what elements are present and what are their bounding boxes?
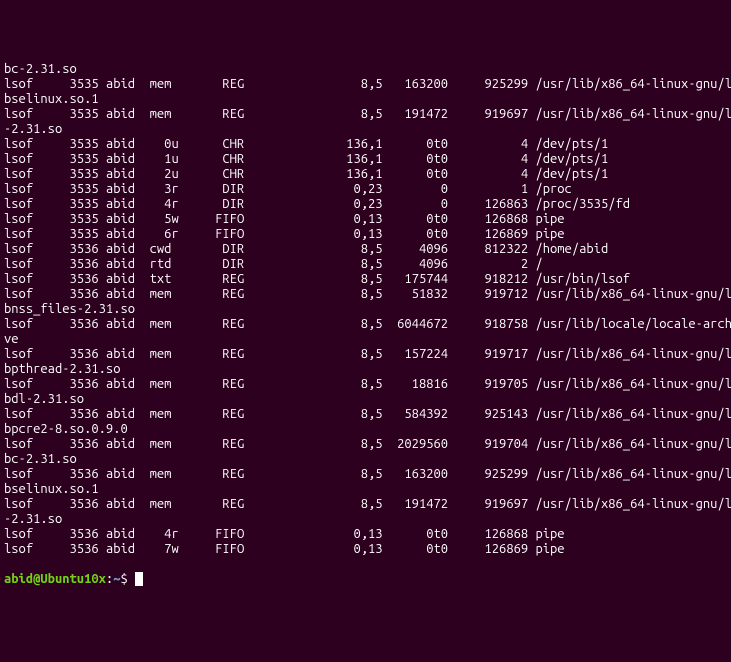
terminal-line: lsof 3536 abid mem REG 8,5 191472 919697…	[4, 497, 727, 512]
terminal-line: bc-2.31.so	[4, 452, 727, 467]
prompt-path: ~	[113, 572, 120, 586]
terminal-line: lsof 3536 abid mem REG 8,5 163200 925299…	[4, 467, 727, 482]
terminal-line: lsof 3535 abid 2u CHR 136,1 0t0 4 /dev/p…	[4, 167, 727, 182]
terminal-line: bdl-2.31.so	[4, 392, 727, 407]
terminal-line: ve	[4, 332, 727, 347]
terminal-line: lsof 3535 abid 4r DIR 0,23 0 126863 /pro…	[4, 197, 727, 212]
cursor-icon	[135, 572, 143, 586]
terminal-line: lsof 3535 abid 0u CHR 136,1 0t0 4 /dev/p…	[4, 137, 727, 152]
terminal-output[interactable]: bc-2.31.solsof 3535 abid mem REG 8,5 163…	[4, 62, 727, 557]
terminal-line: lsof 3536 abid mem REG 8,5 51832 919712 …	[4, 287, 727, 302]
terminal-line: bnss_files-2.31.so	[4, 302, 727, 317]
terminal-line: lsof 3535 abid 5w FIFO 0,13 0t0 126868 p…	[4, 212, 727, 227]
prompt-user-host: abid@Ubuntu10x	[4, 572, 106, 586]
terminal-line: bpcre2-8.so.0.9.0	[4, 422, 727, 437]
terminal-line: lsof 3536 abid mem REG 8,5 2029560 91970…	[4, 437, 727, 452]
prompt-colon: :	[106, 572, 113, 586]
terminal-line: lsof 3536 abid cwd DIR 8,5 4096 812322 /…	[4, 242, 727, 257]
terminal-line: lsof 3535 abid mem REG 8,5 163200 925299…	[4, 77, 727, 92]
terminal-line: lsof 3535 abid 6r FIFO 0,13 0t0 126869 p…	[4, 227, 727, 242]
terminal-line: bpthread-2.31.so	[4, 362, 727, 377]
terminal-line: -2.31.so	[4, 122, 727, 137]
terminal-line: bselinux.so.1	[4, 482, 727, 497]
prompt-dollar: $	[120, 572, 127, 586]
terminal-line: lsof 3536 abid 7w FIFO 0,13 0t0 126869 p…	[4, 542, 727, 557]
terminal-line: lsof 3536 abid rtd DIR 8,5 4096 2 /	[4, 257, 727, 272]
terminal-line: lsof 3536 abid txt REG 8,5 175744 918212…	[4, 272, 727, 287]
terminal-line: lsof 3536 abid mem REG 8,5 584392 925143…	[4, 407, 727, 422]
terminal-line: lsof 3536 abid 4r FIFO 0,13 0t0 126868 p…	[4, 527, 727, 542]
terminal-line: lsof 3535 abid 1u CHR 136,1 0t0 4 /dev/p…	[4, 152, 727, 167]
terminal-line: bselinux.so.1	[4, 92, 727, 107]
prompt-line[interactable]: abid@Ubuntu10x:~$	[4, 572, 727, 587]
terminal-line: bc-2.31.so	[4, 62, 727, 77]
terminal-line: lsof 3535 abid mem REG 8,5 191472 919697…	[4, 107, 727, 122]
terminal-line: lsof 3536 abid mem REG 8,5 6044672 91875…	[4, 317, 727, 332]
terminal-line: lsof 3536 abid mem REG 8,5 157224 919717…	[4, 347, 727, 362]
terminal-line: lsof 3535 abid 3r DIR 0,23 0 1 /proc	[4, 182, 727, 197]
terminal-line: lsof 3536 abid mem REG 8,5 18816 919705 …	[4, 377, 727, 392]
